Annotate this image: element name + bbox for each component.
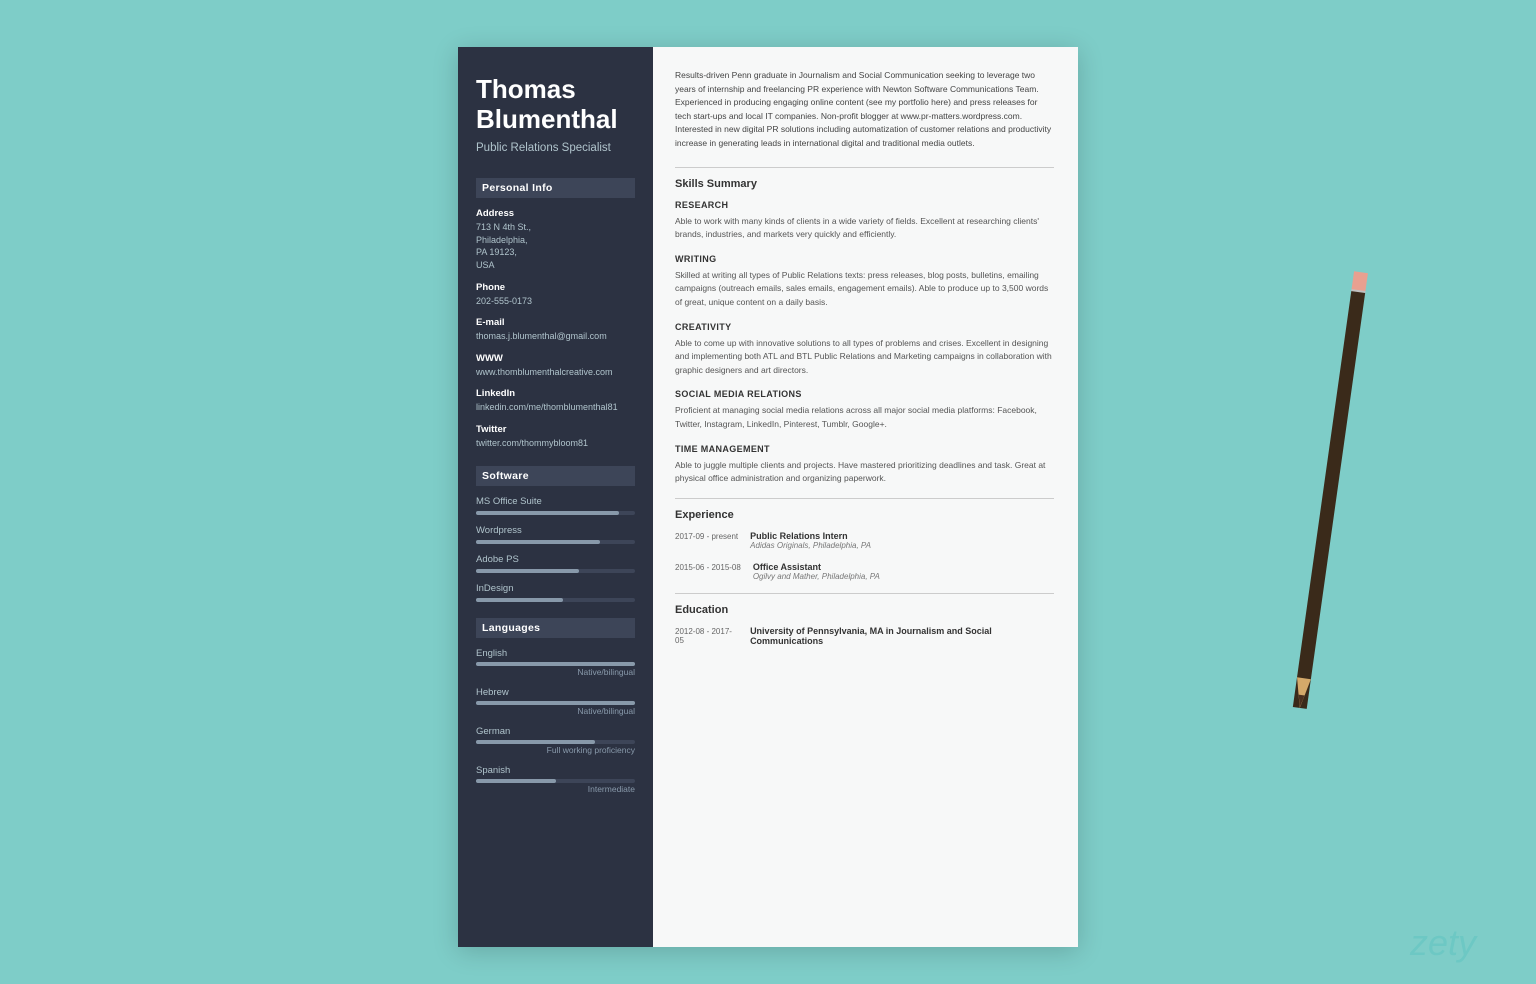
skill-bar-fill — [476, 569, 579, 573]
skill-bar-fill — [476, 511, 619, 515]
language-name: English — [476, 648, 635, 659]
skills-sections: RESEARCH Able to work with many kinds of … — [675, 200, 1054, 486]
skill-subsection-heading: WRITING — [675, 254, 1054, 264]
skill-bar-bg — [476, 540, 635, 544]
divider-education — [675, 593, 1054, 594]
exp-title: Public Relations Intern — [750, 531, 871, 541]
skill-subsection-text: Skilled at writing all types of Public R… — [675, 269, 1054, 310]
divider-experience — [675, 498, 1054, 499]
candidate-name: Thomas Blumenthal — [476, 75, 635, 135]
education-row: 2012-08 - 2017-05 University of Pennsylva… — [675, 626, 1054, 646]
education-heading: Education — [675, 604, 1054, 616]
edu-details: University of Pennsylvania, MA in Journa… — [750, 626, 1054, 646]
education-list: 2012-08 - 2017-05 University of Pennsylva… — [675, 626, 1054, 646]
email-value: thomas.j.blumenthal@gmail.com — [476, 330, 635, 343]
linkedin-label: LinkedIn — [476, 388, 635, 399]
phone-value: 202-555-0173 — [476, 295, 635, 308]
zety-watermark: zety — [1410, 922, 1476, 964]
language-level: Native/bilingual — [476, 667, 635, 677]
exp-date: 2015-06 - 2015-08 — [675, 562, 741, 581]
experience-row: 2015-06 - 2015-08 Office AssistantOgilvy … — [675, 562, 1054, 581]
experience-list: 2017-09 - present Public Relations Intern… — [675, 531, 1054, 581]
resume-main: Results-driven Penn graduate in Journali… — [653, 47, 1078, 947]
skill-bar-fill — [476, 540, 600, 544]
languages-section: Languages — [476, 618, 635, 638]
language-level: Native/bilingual — [476, 706, 635, 716]
exp-details: Public Relations InternAdidas Originals,… — [750, 531, 871, 550]
skill-subsection-text: Able to juggle multiple clients and proj… — [675, 459, 1054, 486]
candidate-title: Public Relations Specialist — [476, 141, 635, 157]
address-label: Address — [476, 208, 635, 219]
resume-document: Thomas Blumenthal Public Relations Speci… — [458, 47, 1078, 947]
language-bar-bg — [476, 740, 635, 744]
www-label: WWW — [476, 353, 635, 364]
skill-name: Adobe PS — [476, 554, 635, 565]
twitter-label: Twitter — [476, 424, 635, 435]
skill-subsection-heading: RESEARCH — [675, 200, 1054, 210]
www-value: www.thomblumenthalcreative.com — [476, 366, 635, 379]
language-name: Spanish — [476, 765, 635, 776]
experience-row: 2017-09 - present Public Relations Intern… — [675, 531, 1054, 550]
personal-info-section: Personal Info — [476, 178, 635, 198]
exp-company: Ogilvy and Mather, Philadelphia, PA — [753, 572, 880, 581]
exp-title: Office Assistant — [753, 562, 880, 572]
skills-summary-heading: Skills Summary — [675, 178, 1054, 190]
skill-subsection-text: Able to work with many kinds of clients … — [675, 215, 1054, 242]
language-bar-fill — [476, 779, 556, 783]
skill-subsection-text: Able to come up with innovative solution… — [675, 337, 1054, 378]
skill-bar-bg — [476, 511, 635, 515]
language-bar-bg — [476, 662, 635, 666]
language-bar-fill — [476, 740, 595, 744]
exp-company: Adidas Originals, Philadelphia, PA — [750, 541, 871, 550]
language-bar-fill — [476, 701, 635, 705]
languages-list: English Native/bilingual Hebrew Native/bili… — [476, 648, 635, 794]
address-value: 713 N 4th St.,Philadelphia,PA 19123,USA — [476, 221, 635, 271]
summary-text: Results-driven Penn graduate in Journali… — [675, 69, 1054, 151]
skill-bar-bg — [476, 598, 635, 602]
linkedin-value: linkedin.com/me/thomblumenthal81 — [476, 401, 635, 414]
language-name: German — [476, 726, 635, 737]
software-section: Software — [476, 466, 635, 486]
skills-list: MS Office Suite Wordpress Adobe PS InDesign — [476, 496, 635, 602]
resume-sidebar: Thomas Blumenthal Public Relations Speci… — [458, 47, 653, 947]
skill-name: InDesign — [476, 583, 635, 594]
language-level: Full working proficiency — [476, 745, 635, 755]
skill-subsection-heading: TIME MANAGEMENT — [675, 444, 1054, 454]
divider-skills — [675, 167, 1054, 168]
experience-heading: Experience — [675, 509, 1054, 521]
skill-subsection-heading: CREATIVITY — [675, 322, 1054, 332]
language-bar-fill — [476, 662, 635, 666]
exp-details: Office AssistantOgilvy and Mather, Phila… — [753, 562, 880, 581]
language-name: Hebrew — [476, 687, 635, 698]
skill-bar-fill — [476, 598, 563, 602]
skill-subsection-heading: SOCIAL MEDIA RELATIONS — [675, 389, 1054, 399]
skill-bar-bg — [476, 569, 635, 573]
exp-date: 2017-09 - present — [675, 531, 738, 550]
phone-label: Phone — [476, 282, 635, 293]
skill-name: Wordpress — [476, 525, 635, 536]
skill-subsection-text: Proficient at managing social media rela… — [675, 404, 1054, 431]
language-bar-bg — [476, 701, 635, 705]
edu-date: 2012-08 - 2017-05 — [675, 626, 738, 646]
language-bar-bg — [476, 779, 635, 783]
edu-title: University of Pennsylvania, MA in Journa… — [750, 626, 1054, 646]
language-level: Intermediate — [476, 784, 635, 794]
email-label: E-mail — [476, 317, 635, 328]
twitter-value: twitter.com/thommybloom81 — [476, 437, 635, 450]
skill-name: MS Office Suite — [476, 496, 635, 507]
